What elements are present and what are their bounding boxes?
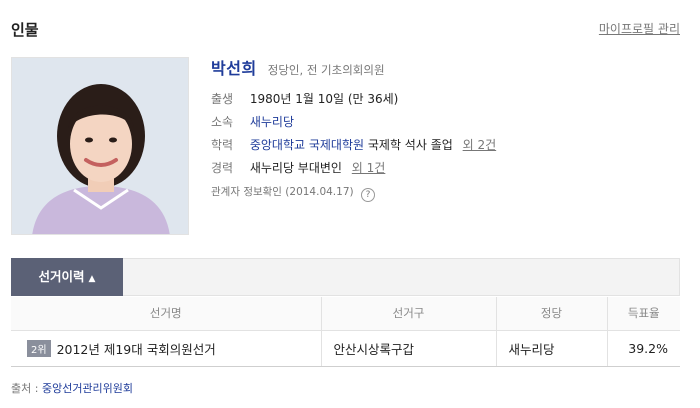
election-cell: 2위 2012년 제19대 국회의원선거 [11, 330, 322, 367]
verification-text: 관계자 정보확인 (2014.04.17) [211, 186, 354, 198]
education-link[interactable]: 중앙대학교 국제대학원 [250, 138, 364, 152]
source-link[interactable]: 중앙선거관리위원회 [42, 382, 133, 395]
section-title: 인물 [11, 21, 39, 39]
election-name: 2012년 제19대 국회의원선거 [56, 341, 216, 357]
tab-bar: 선거이력 ▲ [11, 258, 680, 296]
info-row-career: 경력 새누리당 부대변인 외 1건 [211, 159, 385, 176]
source-note: 출처 : 중앙선거관리위원회 [11, 380, 133, 396]
person-photo [11, 57, 189, 235]
tab-election-history[interactable]: 선거이력 ▲ [11, 258, 123, 296]
column-header: 선거명 [11, 297, 322, 331]
affiliation-link[interactable]: 새누리당 [250, 115, 294, 129]
info-label: 경력 [211, 161, 234, 175]
column-header: 득표율 [607, 297, 680, 331]
district-cell: 안산시상록구갑 [321, 330, 497, 367]
person-name: 박선희 [211, 59, 257, 78]
column-header: 정당 [496, 297, 608, 331]
info-row-education: 학력 중앙대학교 국제대학원 국제학 석사 졸업 외 2건 [211, 136, 496, 153]
tab-label: 선거이력 [38, 269, 85, 284]
party-cell: 새누리당 [496, 330, 608, 367]
info-value: 새누리당 부대변인 [249, 161, 342, 175]
portrait-image [12, 58, 188, 234]
info-value: 1980년 1월 10일 (만 36세) [249, 92, 399, 106]
info-label: 소속 [211, 115, 234, 129]
profile-manage-link[interactable]: 마이프로필 관리 [599, 20, 680, 37]
table-row: 2위 2012년 제19대 국회의원선거 안산시상록구갑 새누리당 39.2% [11, 330, 680, 367]
person-header: 박선희 정당인, 전 기초의회의원 [211, 55, 385, 79]
election-results-table: 선거명 선거구 정당 득표율 2위 2012년 제19대 국회의원선거 안산시상록… [11, 297, 680, 367]
person-description: 정당인, 전 기초의회의원 [267, 63, 385, 77]
education-more-link[interactable]: 외 2건 [463, 138, 497, 152]
column-header: 선거구 [321, 297, 497, 331]
rank-badge: 2위 [27, 339, 51, 357]
help-icon[interactable]: ? [360, 188, 375, 202]
source-label: 출처 : [11, 382, 39, 395]
info-row-affiliation: 소속 새누리당 [211, 113, 294, 130]
chevron-up-icon: ▲ [88, 274, 96, 284]
info-value: 국제학 석사 졸업 [367, 138, 453, 152]
verification-note: 관계자 정보확인 (2014.04.17) ? [211, 184, 375, 202]
info-label: 출생 [211, 92, 234, 106]
vote-rate-cell: 39.2% [607, 330, 680, 367]
info-row-birth: 출생 1980년 1월 10일 (만 36세) [211, 90, 398, 107]
info-label: 학력 [211, 138, 234, 152]
career-more-link[interactable]: 외 1건 [352, 161, 386, 175]
